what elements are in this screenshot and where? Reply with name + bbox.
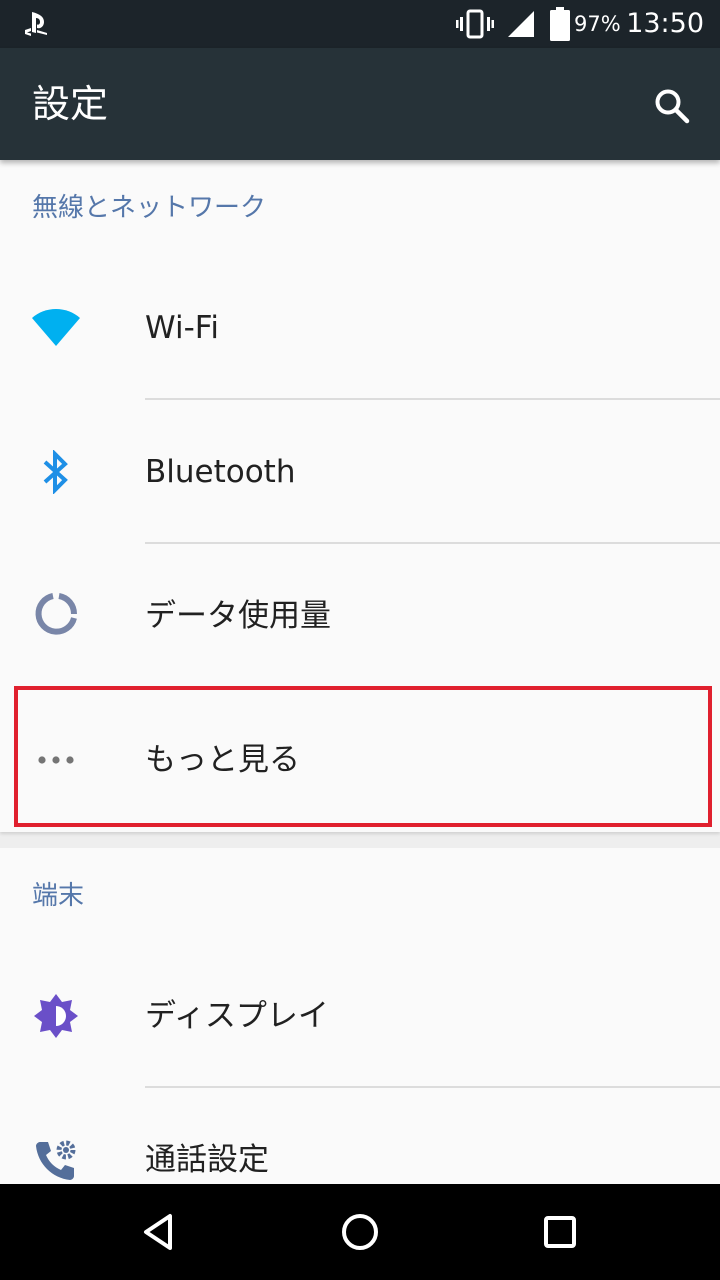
more-horizontal-icon bbox=[28, 732, 84, 788]
settings-item-label: ディスプレイ bbox=[145, 998, 329, 1034]
data-usage-icon bbox=[28, 586, 84, 642]
bluetooth-icon bbox=[28, 444, 84, 500]
search-button[interactable] bbox=[644, 78, 700, 134]
wifi-icon bbox=[28, 300, 84, 356]
status-bar: 97% 13:50 bbox=[0, 0, 720, 48]
settings-item-label: 通話設定 bbox=[145, 1142, 269, 1178]
search-icon bbox=[655, 89, 690, 124]
back-button[interactable] bbox=[130, 1202, 190, 1262]
battery-icon bbox=[550, 7, 570, 41]
app-bar: 設定 bbox=[0, 48, 720, 160]
settings-item-label: もっと見る bbox=[145, 742, 300, 778]
clock: 13:50 bbox=[626, 8, 704, 39]
section-gap bbox=[0, 832, 720, 848]
wireless-networks-section: 無線とネットワーク Wi-Fi Bluetooth データ使用量 もっと見る bbox=[0, 160, 720, 832]
settings-item-data-usage[interactable]: データ使用量 bbox=[0, 544, 720, 688]
page-title: 設定 bbox=[32, 82, 109, 126]
settings-item-display[interactable]: ディスプレイ bbox=[0, 944, 720, 1088]
device-section: 端末 ディスプレイ 通話設定 bbox=[0, 848, 720, 1184]
settings-item-bluetooth[interactable]: Bluetooth bbox=[0, 400, 720, 544]
home-icon bbox=[342, 1214, 378, 1250]
navigation-bar bbox=[0, 1184, 720, 1280]
cell-signal-icon bbox=[508, 11, 534, 37]
playstation-icon bbox=[25, 12, 47, 36]
section-header-wireless: 無線とネットワーク bbox=[32, 193, 267, 223]
settings-item-label: Bluetooth bbox=[145, 454, 296, 490]
settings-item-label: Wi-Fi bbox=[145, 310, 219, 346]
settings-item-wifi[interactable]: Wi-Fi bbox=[0, 256, 720, 400]
back-icon bbox=[144, 1214, 172, 1250]
vibrate-icon bbox=[456, 9, 494, 39]
battery-percent: 97% bbox=[574, 12, 621, 36]
section-header-device: 端末 bbox=[32, 881, 85, 911]
call-settings-icon bbox=[28, 1132, 84, 1188]
recents-button[interactable] bbox=[530, 1202, 590, 1262]
settings-item-more[interactable]: もっと見る bbox=[0, 688, 720, 832]
home-button[interactable] bbox=[330, 1202, 390, 1262]
settings-item-label: データ使用量 bbox=[145, 598, 331, 634]
recents-icon bbox=[544, 1216, 576, 1248]
brightness-icon bbox=[28, 988, 84, 1044]
